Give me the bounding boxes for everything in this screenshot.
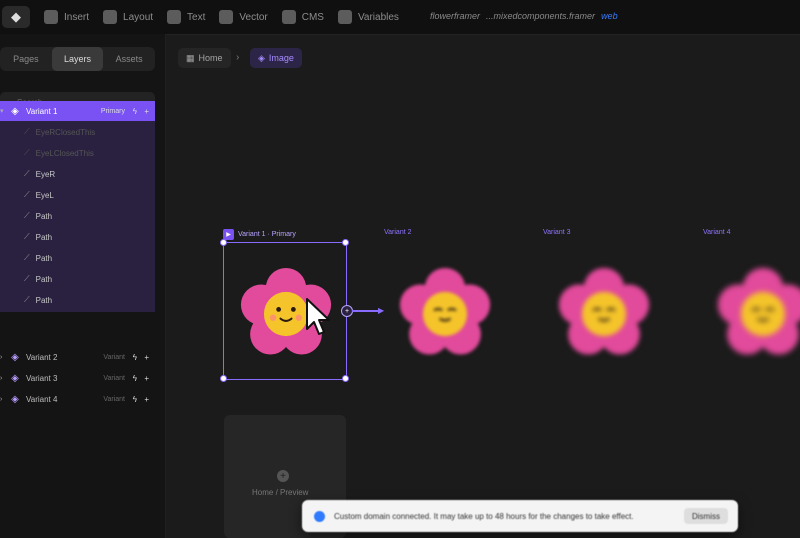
chevron-down-icon[interactable]: ▾	[0, 107, 10, 115]
variant-tag: Variant	[103, 395, 125, 403]
project-url: ...mixedcomponents.framer	[486, 11, 596, 21]
insert-icon	[44, 10, 58, 24]
layer-child[interactable]: ⟋ EyeL	[0, 185, 155, 205]
variables-icon	[337, 10, 352, 24]
notification-toast: Custom domain connected. It may take up …	[302, 500, 738, 532]
path-icon: ⟋	[24, 274, 30, 283]
framer-logo-icon: ◆	[11, 9, 21, 24]
layer-child[interactable]: ⟋ EyeRClosedThis	[0, 122, 155, 142]
vector-button[interactable]: Vector	[219, 10, 268, 24]
tab-layers[interactable]: Layers	[51, 47, 104, 71]
project-info[interactable]: flowerframer ...mixedcomponents.framer w…	[430, 11, 618, 21]
add-icon[interactable]: +	[144, 395, 149, 404]
frame-label-variant-1[interactable]: ▶ Variant 1 · Primary	[223, 229, 296, 240]
frame-label-variant-4[interactable]: Variant 4	[703, 229, 731, 236]
add-icon[interactable]: +	[144, 353, 149, 362]
interaction-icon: ϟ	[132, 394, 137, 404]
dismiss-button[interactable]: Dismiss	[684, 508, 728, 524]
path-icon: ⟋	[24, 148, 30, 157]
variables-button[interactable]: Variables	[337, 10, 399, 24]
component-icon: ◈	[11, 372, 19, 384]
cms-button[interactable]: CMS	[281, 10, 324, 24]
tab-assets[interactable]: Assets	[103, 47, 155, 71]
interaction-icon: ϟ	[132, 352, 137, 362]
interaction-icon: ϟ	[132, 106, 137, 116]
layer-variant-1[interactable]: ▾ ◈ Variant 1 Primary ϟ +	[0, 101, 155, 121]
vector-icon	[219, 10, 234, 24]
tab-pages[interactable]: Pages	[0, 47, 52, 71]
chevron-right-icon[interactable]: ›	[0, 375, 10, 382]
path-icon: ⟋	[24, 232, 30, 241]
arrow-right-icon: ▶	[378, 306, 385, 315]
layer-child[interactable]: ⟋ Path	[0, 248, 155, 268]
path-icon: ⟋	[24, 190, 30, 199]
layer-variant-4[interactable]: › ◈ Variant 4 Variant ϟ +	[0, 389, 155, 409]
layer-child[interactable]: ⟋ EyeLClosedThis	[0, 143, 155, 163]
variant-tag: Variant	[103, 353, 125, 361]
breadcrumb-image[interactable]: ◈ Image	[250, 48, 302, 68]
variant-tag: Variant	[103, 374, 125, 382]
interaction-icon: ϟ	[132, 373, 137, 383]
layer-child[interactable]: ⟋ Path	[0, 206, 155, 226]
add-icon[interactable]: +	[144, 374, 149, 383]
info-icon	[314, 510, 325, 522]
text-button[interactable]: Text	[167, 10, 205, 24]
resize-handle[interactable]	[342, 375, 349, 382]
path-icon: ⟋	[24, 211, 30, 220]
flower-variant-2[interactable]	[398, 268, 492, 360]
layout-button[interactable]: Layout	[103, 10, 153, 24]
layer-child[interactable]: ⟋ EyeR	[0, 164, 155, 184]
preview-label: Home / Preview	[252, 488, 309, 497]
resize-handle[interactable]	[220, 239, 227, 246]
path-icon: ⟋	[24, 127, 30, 136]
frame-label-variant-2[interactable]: Variant 2	[384, 229, 412, 236]
mouse-cursor-icon	[306, 298, 330, 335]
variant-tag: Primary	[100, 107, 125, 115]
text-icon	[167, 10, 182, 24]
home-icon: ▦	[186, 52, 195, 63]
add-icon[interactable]: +	[144, 107, 149, 116]
toast-message: Custom domain connected. It may take up …	[334, 511, 634, 521]
flower-variant-4[interactable]	[716, 268, 800, 360]
layer-child[interactable]: ⟋ Path	[0, 269, 155, 289]
breadcrumb-separator: ›	[236, 52, 240, 63]
chevron-right-icon[interactable]: ›	[0, 396, 10, 403]
layer-variant-2[interactable]: › ◈ Variant 2 Variant ϟ +	[0, 347, 155, 367]
frame-label-variant-3[interactable]: Variant 3	[543, 229, 571, 236]
layer-variant-3[interactable]: › ◈ Variant 3 Variant ϟ +	[0, 368, 155, 388]
prototype-connection-line	[352, 310, 380, 312]
chevron-right-icon[interactable]: ›	[0, 354, 10, 361]
toolbar: ◆ Insert Layout Text Vector CMS Variable…	[0, 0, 800, 35]
component-icon: ◈	[11, 393, 19, 405]
flower-variant-3[interactable]	[557, 268, 651, 360]
component-icon: ◈	[11, 105, 19, 117]
cms-icon	[281, 10, 296, 24]
insert-button[interactable]: Insert	[44, 10, 89, 24]
resize-handle[interactable]	[220, 375, 227, 382]
layer-child[interactable]: ⟋ Path	[0, 227, 155, 247]
add-icon[interactable]: +	[277, 470, 289, 482]
panel-tabs: Pages Layers Assets	[0, 47, 155, 71]
component-icon: ◈	[11, 351, 19, 363]
path-icon: ⟋	[24, 295, 30, 304]
site-link[interactable]: web	[601, 11, 618, 21]
layer-child[interactable]: ⟋ Path	[0, 290, 155, 310]
path-icon: ⟋	[24, 169, 30, 178]
project-name: flowerframer	[430, 11, 481, 21]
breadcrumb-home[interactable]: ▦ Home	[178, 48, 231, 68]
layout-icon	[103, 10, 118, 24]
path-icon: ⟋	[24, 253, 30, 262]
framer-menu-button[interactable]: ◆	[2, 6, 30, 28]
resize-handle[interactable]	[342, 239, 349, 246]
component-icon: ◈	[258, 52, 265, 63]
